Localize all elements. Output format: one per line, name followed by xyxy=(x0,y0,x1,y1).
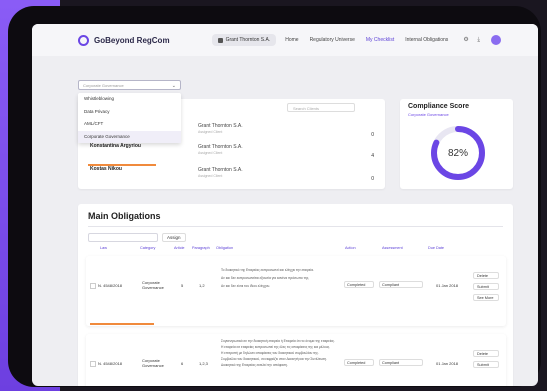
due-date[interactable]: 01 Jan 2018 xyxy=(436,283,458,288)
nav-my-checklist[interactable]: My Checklist xyxy=(366,37,394,43)
main-nav: Home Regulatory Universe My Checklist In… xyxy=(285,37,459,43)
compliance-subtitle: Corporate Governance xyxy=(408,112,449,117)
client-name: Kostas Nikou xyxy=(90,166,122,172)
header-tools: ⚙ ⤓ xyxy=(463,35,502,45)
row-obligation-text: Συγκεντρωτικά σε την διοικητική εταιρεία… xyxy=(221,338,343,368)
status-select[interactable]: Completed xyxy=(344,359,374,366)
avatar[interactable] xyxy=(491,35,502,45)
submit-button[interactable]: Submit xyxy=(473,361,499,368)
logo-icon xyxy=(78,34,89,46)
col-article: Article xyxy=(174,246,185,250)
see-more-button[interactable]: See More xyxy=(473,294,499,301)
top-navigation: GoBeyond RegCom Grant Thornton S.A. Home… xyxy=(32,24,538,56)
client-row[interactable]: Kostas Nikou Grant Thornton S.A. Assigne… xyxy=(88,165,378,193)
category-select[interactable]: Corporate Governance ⌄ xyxy=(78,80,181,90)
row-category: Corporate Governance xyxy=(142,280,164,290)
category-menu: Whistleblowing Data Privacy AML/CFT Corp… xyxy=(78,93,181,143)
obligations-card: Main Obligations Assign Law Category Art… xyxy=(78,204,513,386)
row-paragraph: 1,2 xyxy=(199,283,205,288)
search-input[interactable]: Search Clients xyxy=(287,103,355,112)
client-name: Konstantina Argyriou xyxy=(90,143,141,149)
due-date[interactable]: 01 Jan 2018 xyxy=(436,361,458,366)
row-checkbox[interactable] xyxy=(90,283,96,289)
menu-item-corporate-governance[interactable]: Corporate Governance xyxy=(78,130,181,143)
assign-button[interactable]: Assign xyxy=(162,233,186,242)
chevron-down-icon: ⌄ xyxy=(171,83,176,89)
download-icon[interactable]: ⤓ xyxy=(477,37,483,43)
compliance-card: Compliance Score Corporate Governance 82… xyxy=(400,99,513,189)
settings-icon[interactable]: ⚙ xyxy=(463,37,469,43)
submit-button[interactable]: Submit xyxy=(473,283,499,290)
row-category: Corporate Governance xyxy=(142,358,164,368)
client-company: Grant Thornton S.A. xyxy=(198,144,243,150)
row-checkbox[interactable] xyxy=(90,361,96,367)
table-row[interactable]: N. 4548/2018 Corporate Governance 5 1,2 … xyxy=(86,256,506,326)
nav-internal-obligations[interactable]: Internal Obligations xyxy=(405,37,448,43)
row-paragraph: 1,2,3 xyxy=(199,361,208,366)
obligations-title: Main Obligations xyxy=(88,211,161,221)
obligation-line: Αν και δεν εκπροσωπείται εξουσία για καν… xyxy=(221,276,310,280)
row-obligation-text: To διοικητικό της Εταιρείας εκπροσωπεί κ… xyxy=(221,266,343,290)
assessment-select[interactable]: Compliant xyxy=(379,281,423,288)
col-obligation: Obligation xyxy=(216,246,234,250)
nav-regulatory-universe[interactable]: Regulatory Universe xyxy=(310,37,355,43)
client-company: Grant Thornton S.A. xyxy=(198,167,243,173)
client-count: 0 xyxy=(371,132,374,138)
row-article: 5 xyxy=(181,283,184,288)
delete-button[interactable]: Delete xyxy=(473,350,499,357)
col-assessment: Assessment xyxy=(382,246,403,250)
col-paragraph: Paragraph xyxy=(192,246,210,250)
tablet-frame: GoBeyond RegCom Grant Thornton S.A. Home… xyxy=(8,6,541,387)
client-name: Grant Thornton S.A. xyxy=(225,37,271,43)
col-law: Law xyxy=(100,246,107,250)
compliance-value: 82% xyxy=(448,148,468,159)
compliance-ring: 82% xyxy=(431,126,485,180)
row-law: N. 4548/2018 xyxy=(98,361,123,366)
client-sub: Assigned Client xyxy=(198,174,223,178)
client-count: 0 xyxy=(371,176,374,182)
assessment-select[interactable]: Compliant xyxy=(379,359,423,366)
obligation-line: Διοικητικό της Εταιρείας εκτελεί την από… xyxy=(221,363,288,367)
menu-item-aml-cft[interactable]: AML/CFT xyxy=(78,118,181,131)
client-company: Grant Thornton S.A. xyxy=(198,123,243,129)
table-row[interactable]: N. 4548/2018 Corporate Governance 6 1,2,… xyxy=(86,334,506,386)
client-count: 4 xyxy=(371,153,374,159)
select-value: Corporate Governance xyxy=(83,83,124,88)
status-select[interactable]: Completed xyxy=(344,281,374,288)
row-law: N. 4548/2018 xyxy=(98,283,123,288)
obligation-filter[interactable] xyxy=(88,233,158,242)
menu-item-data-privacy[interactable]: Data Privacy xyxy=(78,106,181,119)
client-sub: Assigned Client xyxy=(198,130,223,134)
compliance-title: Compliance Score xyxy=(408,103,470,110)
logo-text: GoBeyond RegCom xyxy=(94,35,170,45)
delete-button[interactable]: Delete xyxy=(473,272,499,279)
app-screen: GoBeyond RegCom Grant Thornton S.A. Home… xyxy=(32,24,538,386)
building-icon xyxy=(217,37,223,43)
divider xyxy=(88,226,503,227)
obligation-line: Αν και δεν είναι του ίδιου ελέγχου. xyxy=(221,284,271,288)
client-sub: Assigned Client xyxy=(198,151,223,155)
row-progress xyxy=(90,323,154,325)
nav-home[interactable]: Home xyxy=(285,37,298,43)
logo[interactable]: GoBeyond RegCom xyxy=(78,34,170,46)
row-article: 6 xyxy=(181,361,184,366)
col-category: Category xyxy=(140,246,156,250)
obligation-line: To διοικητικό της Εταιρείας εκπροσωπεί κ… xyxy=(221,268,314,272)
client-selector[interactable]: Grant Thornton S.A. xyxy=(211,34,277,46)
menu-item-whistleblowing[interactable]: Whistleblowing xyxy=(78,93,181,106)
col-action: Action xyxy=(345,246,356,250)
col-due-date: Due Date xyxy=(428,246,445,250)
